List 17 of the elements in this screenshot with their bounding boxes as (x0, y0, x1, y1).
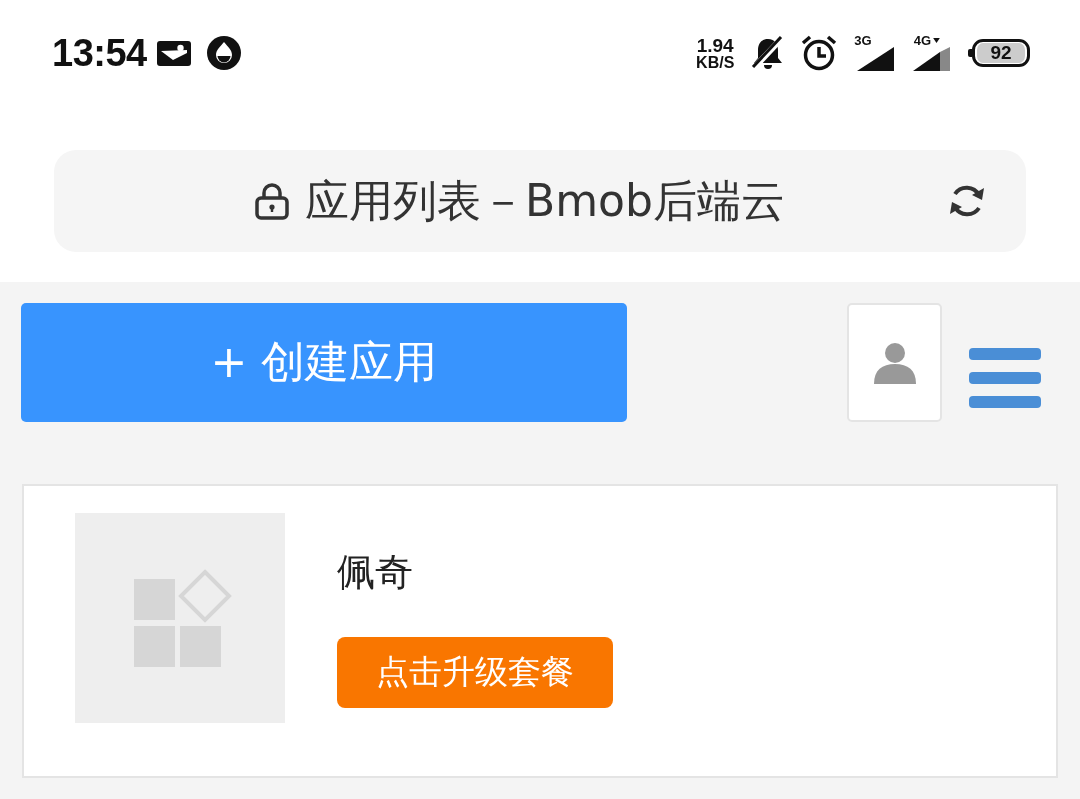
data-activity-icon (933, 38, 940, 43)
clock-time: 13:54 (52, 31, 147, 75)
drop-icon (206, 36, 241, 70)
network-type-label: 4G (913, 35, 931, 47)
network-speed-unit: KB/S (696, 54, 735, 71)
picture-icon (156, 40, 191, 66)
alarm-clock-icon (801, 35, 838, 71)
avatar-button[interactable] (847, 303, 942, 422)
menu-icon[interactable] (969, 348, 1041, 408)
page-title: 应用列表－Bmob后端云 (305, 173, 785, 228)
app-name: 佩奇 (337, 550, 413, 595)
network-type-label: 3G (854, 35, 872, 47)
network-speed: 1.94 (696, 35, 734, 55)
app-card[interactable]: 佩奇 点击升级套餐 (22, 484, 1058, 778)
address-bar[interactable]: 应用列表－Bmob后端云 (54, 150, 1026, 252)
person-icon (873, 341, 916, 384)
apps-icon (134, 569, 232, 667)
